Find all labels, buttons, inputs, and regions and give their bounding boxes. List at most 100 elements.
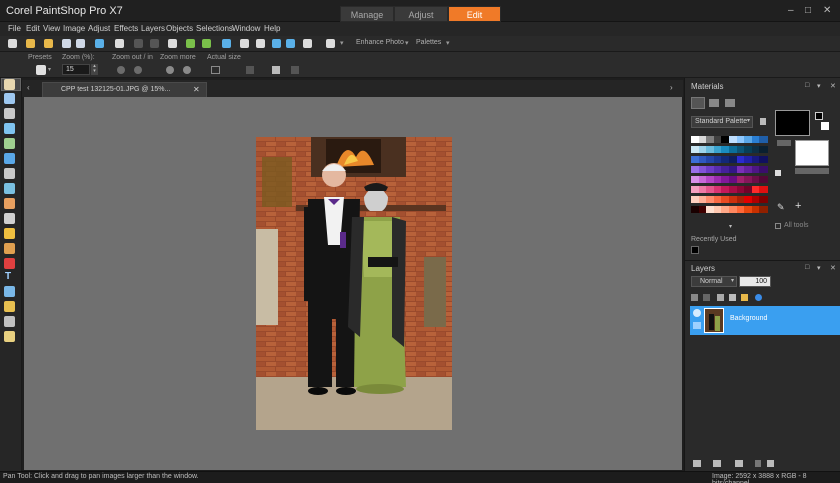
opacity-field[interactable]: 100 [739,276,771,287]
foreground-color-swatch[interactable] [775,110,810,136]
chevron-down-icon[interactable]: ▾ [340,39,344,47]
add-swatch-icon[interactable]: + [795,200,801,212]
swatches-view-icon[interactable] [725,99,735,107]
close-icon[interactable]: ✕ [830,264,836,272]
paint-brush-icon[interactable] [4,228,15,239]
close-button[interactable]: ✕ [823,5,831,16]
menu-view[interactable]: View [43,24,60,33]
chevron-down-icon[interactable]: ▾ [731,277,734,284]
minimize-button[interactable]: – [788,5,794,16]
tab-manage[interactable]: Manage [340,6,394,22]
fit-window-icon[interactable] [222,39,231,48]
menu-adjust[interactable]: Adjust [88,24,110,33]
gradient-tool-icon[interactable] [4,213,15,224]
background-color-swatch[interactable] [795,140,829,166]
red-eye-tool-icon[interactable] [4,168,15,179]
rotate-left-icon[interactable] [186,39,195,48]
share-icon[interactable] [95,39,104,48]
rotate-right-icon[interactable] [202,39,211,48]
zoom-more-out-icon[interactable] [166,66,174,74]
makeover-tool-icon[interactable] [4,183,15,194]
chevron-left-icon[interactable]: ‹ [27,83,30,92]
close-icon[interactable]: ✕ [830,82,836,90]
save-icon[interactable] [62,39,71,48]
zoom-out-icon[interactable] [117,66,125,74]
pen-tool-icon[interactable] [4,301,15,312]
document-tab[interactable]: CPP test 132125-01.JPG @ 15%... ✕ [42,82,207,97]
resize-icon[interactable] [240,39,249,48]
pan-tool-icon[interactable] [4,79,15,90]
browse-icon[interactable] [44,39,53,48]
crop-tool-icon[interactable] [4,138,15,149]
layer-effects-icon[interactable] [755,294,762,301]
zoom-in-icon[interactable] [134,66,142,74]
zoom-out-icon[interactable] [286,39,295,48]
palette-swatch[interactable] [759,176,769,183]
lock-icon[interactable] [729,294,736,301]
warp-tool-icon[interactable] [4,316,15,327]
undo-icon[interactable] [134,39,143,48]
palette-swatch[interactable] [759,136,769,143]
chevron-down-icon[interactable]: ▾ [405,39,409,47]
panel-pin-icon[interactable]: ▾ [817,264,821,272]
enhance-photo-icon[interactable] [326,39,335,48]
tab-edit[interactable]: Edit [448,6,501,22]
fg-properties-icon[interactable] [777,140,791,146]
print-icon[interactable] [115,39,124,48]
view-grid-icon[interactable] [303,39,312,48]
zoom-in-icon[interactable] [272,39,281,48]
menu-layers[interactable]: Layers [141,24,165,33]
adjustment-layer-icon[interactable] [735,460,743,467]
redo-icon[interactable] [150,39,159,48]
dropper-icon[interactable]: ✎ [777,202,785,213]
menu-effects[interactable]: Effects [114,24,138,33]
lock-icon[interactable] [741,294,748,301]
layer-row-background[interactable]: Background [690,306,840,335]
visibility-eye-icon[interactable] [693,309,701,317]
preset-shape-icon[interactable] [4,286,15,297]
menu-window[interactable]: Window [232,24,260,33]
palette-select[interactable]: Standard Palette [691,116,753,128]
selection-tool-icon[interactable] [4,108,15,119]
menu-edit[interactable]: Edit [26,24,40,33]
maximize-button[interactable]: □ [805,5,811,16]
frame-view-icon[interactable] [691,97,705,109]
all-tools-checkbox[interactable] [775,223,781,229]
document-image[interactable] [256,137,452,430]
clone-tool-icon[interactable] [4,198,15,209]
menu-file[interactable]: File [8,24,21,33]
open-folder-icon[interactable] [26,39,35,48]
eraser-tool-icon[interactable] [4,243,15,254]
palettes-menu[interactable]: Palettes [416,39,441,46]
palette-options-icon[interactable] [760,118,766,125]
reset-colors-icon[interactable] [821,122,829,130]
chevron-down-icon[interactable]: ▾ [729,223,732,230]
layer-link-icon[interactable] [693,322,701,329]
chevron-down-icon[interactable]: ▾ [48,66,51,73]
chevron-down-icon[interactable]: ▾ [446,39,450,47]
panel-float-icon[interactable]: □ [805,264,809,271]
crop-to-selection-icon[interactable] [168,39,177,48]
enhance-photo-menu[interactable]: Enhance Photo [356,39,404,46]
straighten-tool-icon[interactable] [4,153,15,164]
menu-help[interactable]: Help [264,24,280,33]
option-icon[interactable] [246,66,254,74]
layer-style-icon[interactable] [703,294,710,301]
transparent-toggle-icon[interactable] [775,170,781,176]
bg-properties-icon[interactable] [795,168,829,174]
palette-swatches[interactable] [691,136,769,226]
palette-swatch[interactable] [759,146,769,153]
zoom-more-in-icon[interactable] [183,66,191,74]
chevron-right-icon[interactable]: › [670,83,673,92]
palette-swatch[interactable] [759,206,769,213]
option-icon[interactable] [291,66,299,74]
rainbow-view-icon[interactable] [709,99,719,107]
zoom-spinner[interactable]: ▴ ▾ [91,64,98,75]
chevron-down-icon[interactable]: ▾ [747,117,750,124]
new-layer-icon[interactable] [693,460,701,467]
dropper-tool-icon[interactable] [4,123,15,134]
close-icon[interactable]: ✕ [193,85,200,94]
tab-adjust[interactable]: Adjust [394,6,448,22]
pan-preset-icon[interactable] [36,65,46,75]
panel-pin-icon[interactable]: ▾ [817,82,821,90]
